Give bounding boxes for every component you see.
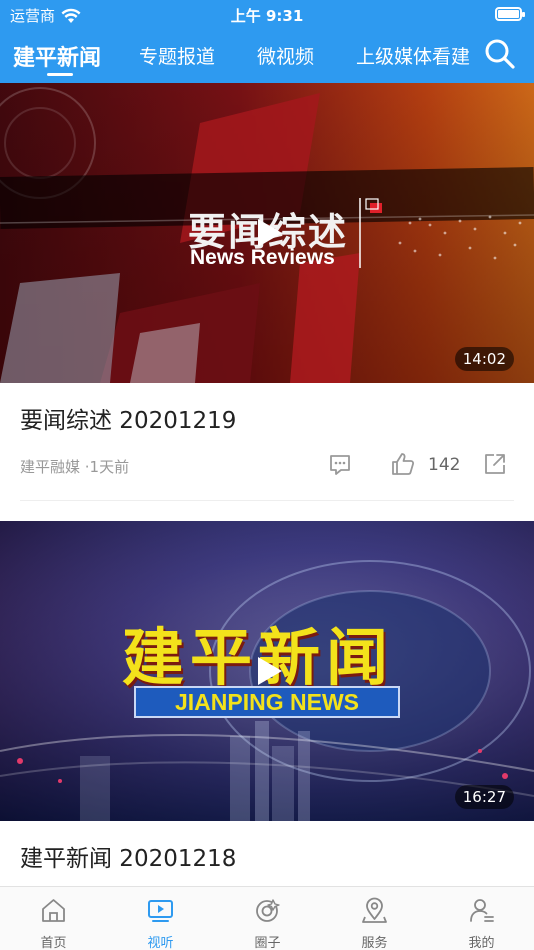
video-title[interactable]: 要闻综述 20201219 [0, 383, 534, 445]
share-icon[interactable] [483, 452, 507, 476]
nav-mine-label: 我的 [468, 936, 495, 950]
nav-mine[interactable]: 我的 [428, 887, 534, 950]
nav-video-label: 视听 [147, 936, 174, 950]
video-meta: 建平融媒 ·1天前 142 [20, 445, 514, 501]
tab-special-reports[interactable]: 专题报道 [139, 42, 215, 69]
tab-jianping-news[interactable]: 建平新闻 [13, 40, 101, 72]
nav-circle-label: 圈子 [254, 936, 281, 950]
home-icon [42, 899, 65, 922]
user-icon [470, 899, 494, 922]
nav-home[interactable]: 首页 [0, 887, 107, 950]
video-thumbnail[interactable]: 建平新闻 JIANPING NEWS 16:27 [0, 521, 534, 821]
nav-service-label: 服务 [361, 936, 388, 950]
active-tab-indicator [47, 73, 73, 76]
circle-icon [256, 899, 280, 922]
app-header: 运营商 上午 9:31 建平新闻 专题报道 微视频 上级媒体看建 [0, 0, 534, 83]
thumbnail-title-en: JIANPING NEWS [134, 686, 400, 718]
nav-circle[interactable]: 圈子 [214, 887, 321, 950]
video-icon [148, 900, 173, 922]
card-spacer [0, 501, 534, 521]
nav-home-label: 首页 [40, 936, 67, 950]
video-feed[interactable]: 要闻综述 News Reviews 14:02 要闻综述 20201219 建平… [0, 83, 534, 886]
battery-icon [495, 7, 525, 21]
location-icon [362, 897, 387, 923]
status-bar: 运营商 上午 9:31 [0, 0, 534, 30]
like-icon[interactable] [390, 451, 416, 477]
video-thumbnail[interactable]: 要闻综述 News Reviews 14:02 [0, 83, 534, 383]
top-tab-bar: 建平新闻 专题报道 微视频 上级媒体看建 [0, 30, 470, 83]
bottom-tab-bar: 首页 视听 圈子 服务 我的 [0, 886, 534, 950]
play-icon[interactable] [250, 653, 286, 689]
play-icon[interactable] [250, 215, 286, 251]
search-icon[interactable] [484, 38, 516, 70]
nav-video[interactable]: 视听 [107, 887, 214, 950]
nav-service[interactable]: 服务 [321, 887, 428, 950]
video-duration: 16:27 [454, 785, 514, 809]
like-count: 142 [428, 455, 461, 475]
comment-icon[interactable] [328, 453, 352, 477]
video-title[interactable]: 建平新闻 20201218 [0, 821, 534, 883]
video-card: 要闻综述 News Reviews 14:02 要闻综述 20201219 建平… [0, 83, 534, 501]
status-time: 上午 9:31 [230, 7, 304, 25]
video-card: 建平新闻 JIANPING NEWS 16:27 建平新闻 20201218 [0, 521, 534, 883]
video-source: 建平融媒 ·1天前 [20, 458, 130, 476]
video-duration: 14:02 [454, 347, 514, 371]
tab-superior-media[interactable]: 上级媒体看建 [356, 42, 470, 69]
tab-micro-video[interactable]: 微视频 [257, 42, 314, 69]
